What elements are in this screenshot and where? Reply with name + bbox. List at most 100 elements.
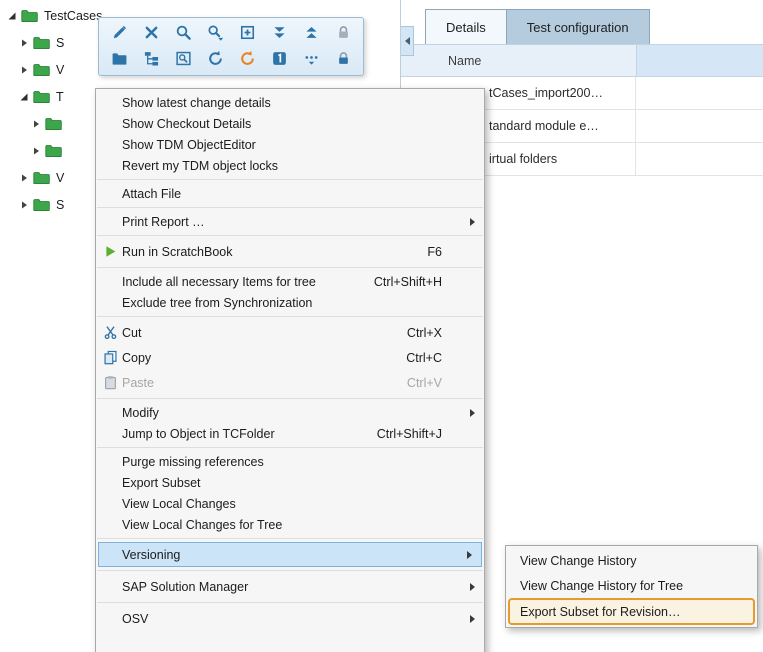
menu-item-modify[interactable]: Modify [96,402,484,423]
new-folder-icon [111,50,128,70]
tab-label: Test configuration [527,20,629,35]
collapse-all-button[interactable] [298,22,324,45]
collapsed-arrow-icon[interactable] [18,172,29,183]
refresh-button[interactable] [202,48,228,71]
expanded-arrow-icon[interactable] [18,91,29,102]
tree-item-label: TestCases [42,9,102,23]
tab-label: Details [446,20,486,35]
menu-item-purge-missing-references[interactable]: Purge missing references [96,451,484,472]
menu-separator [97,538,483,539]
menu-item-label: Exclude tree from Synchronization [122,296,312,310]
menu-item-revert-my-tdm-object-locks[interactable]: Revert my TDM object locks [96,155,484,176]
copy-icon [102,350,118,366]
menu-item-view-local-changes-for-tree[interactable]: View Local Changes for Tree [96,514,484,535]
menu-item-exclude-tree-from-synchronization[interactable]: Exclude tree from Synchronization [96,292,484,313]
tree-item-label: S [54,36,64,50]
menu-item-label: Modify [122,406,159,420]
preview-button[interactable] [170,48,196,71]
menu-shortcut: Ctrl+C [386,351,458,365]
table-header: Name [401,44,763,77]
menu-item-versioning[interactable]: Versioning [98,542,482,567]
new-folder-button[interactable] [106,48,132,71]
menu-shortcut: Ctrl+X [387,326,458,340]
menu-shortcut: F6 [407,245,458,259]
submenu-item-view-change-history-for-tree[interactable]: View Change History for Tree [508,573,755,598]
add-item-button[interactable] [234,22,260,45]
tree-view-button[interactable] [138,48,164,71]
menu-item-label: Include all necessary Items for tree [122,275,316,289]
floating-toolbar [98,17,364,76]
name-column-header[interactable]: Name [401,45,636,76]
menu-item-label: Show TDM ObjectEditor [122,138,256,152]
expand-all-icon [271,24,288,44]
menu-separator [97,570,483,571]
menu-shortcut: Ctrl+V [387,376,458,390]
refresh-icon [207,50,224,70]
menu-item-label: Run in ScratchBook [122,245,232,259]
menu-item-copy[interactable]: CopyCtrl+C [96,345,484,370]
menu-item-attach-file[interactable]: Attach File [96,183,484,204]
menu-item-sap-solution-manager[interactable]: SAP Solution Manager [96,574,484,599]
sync-icon [239,50,256,70]
submenu-item-label: View Change History for Tree [520,579,683,593]
empty-cell [636,110,763,142]
empty-cell [636,77,763,109]
tree-item-label: S [54,198,64,212]
one-badge-button[interactable] [266,48,292,71]
paste-icon [102,375,118,391]
tab-details[interactable]: Details [425,9,507,44]
cut-icon [102,325,118,341]
menu-item-show-tdm-objecteditor[interactable]: Show TDM ObjectEditor [96,134,484,155]
tab-test-configuration[interactable]: Test configuration [507,9,650,44]
menu-item-export-subset[interactable]: Export Subset [96,472,484,493]
menu-item-show-latest-change-details[interactable]: Show latest change details [96,92,484,113]
tab-bar: Details Test configuration [425,9,650,44]
collapse-panel-button[interactable] [401,26,414,56]
menu-item-run-in-scratchbook[interactable]: Run in ScratchBook F6 [96,239,484,264]
versioning-submenu: View Change History View Change History f… [505,545,758,628]
menu-item-osv[interactable]: OSV [96,606,484,631]
collapsed-arrow-icon[interactable] [18,64,29,75]
collapsed-arrow-icon[interactable] [18,37,29,48]
tree-view-icon [143,50,160,70]
toolbar-row-2 [106,48,356,71]
search-options-button[interactable] [202,22,228,45]
submenu-item-view-change-history[interactable]: View Change History [508,548,755,573]
edit-icon [111,24,128,44]
more-options-button[interactable] [298,48,324,71]
menu-item-view-local-changes[interactable]: View Local Changes [96,493,484,514]
tree-item-label: V [54,63,64,77]
expand-all-button[interactable] [266,22,292,45]
toolbar-row-1 [106,22,356,45]
menu-item-label: View Local Changes for Tree [122,518,282,532]
submenu-item-export-subset-for-revision[interactable]: Export Subset for Revision… [508,598,755,625]
search-button[interactable] [170,22,196,45]
collapsed-arrow-icon[interactable] [18,199,29,210]
unlock-button[interactable] [330,48,356,71]
collapsed-arrow-icon[interactable] [30,145,41,156]
menu-item-show-checkout-details[interactable]: Show Checkout Details [96,113,484,134]
menu-item-jump-to-object-in-tcfolder[interactable]: Jump to Object in TCFolderCtrl+Shift+J [96,423,484,444]
menu-shortcut: Ctrl+Shift+H [354,275,458,289]
preview-icon [175,50,192,70]
menu-item-label: Export Subset [122,476,201,490]
lock-icon [335,24,352,44]
menu-item-label: OSV [122,612,148,626]
search-options-icon [207,24,224,44]
menu-item-label: Revert my TDM object locks [122,159,278,173]
menu-item-include-all-necessary-items-for-tree[interactable]: Include all necessary Items for tree Ctrl… [96,271,484,292]
menu-separator [97,602,483,603]
add-item-icon [239,24,256,44]
menu-separator [97,267,483,268]
lock-button[interactable] [330,22,356,45]
submenu-item-label: Export Subset for Revision… [520,605,681,619]
menu-item-print-report[interactable]: Print Report … [96,211,484,232]
menu-separator [97,316,483,317]
expanded-arrow-icon[interactable] [6,10,17,21]
folder-icon [21,9,38,23]
edit-button[interactable] [106,22,132,45]
delete-button[interactable] [138,22,164,45]
menu-item-cut[interactable]: CutCtrl+X [96,320,484,345]
collapsed-arrow-icon[interactable] [30,118,41,129]
sync-button[interactable] [234,48,260,71]
